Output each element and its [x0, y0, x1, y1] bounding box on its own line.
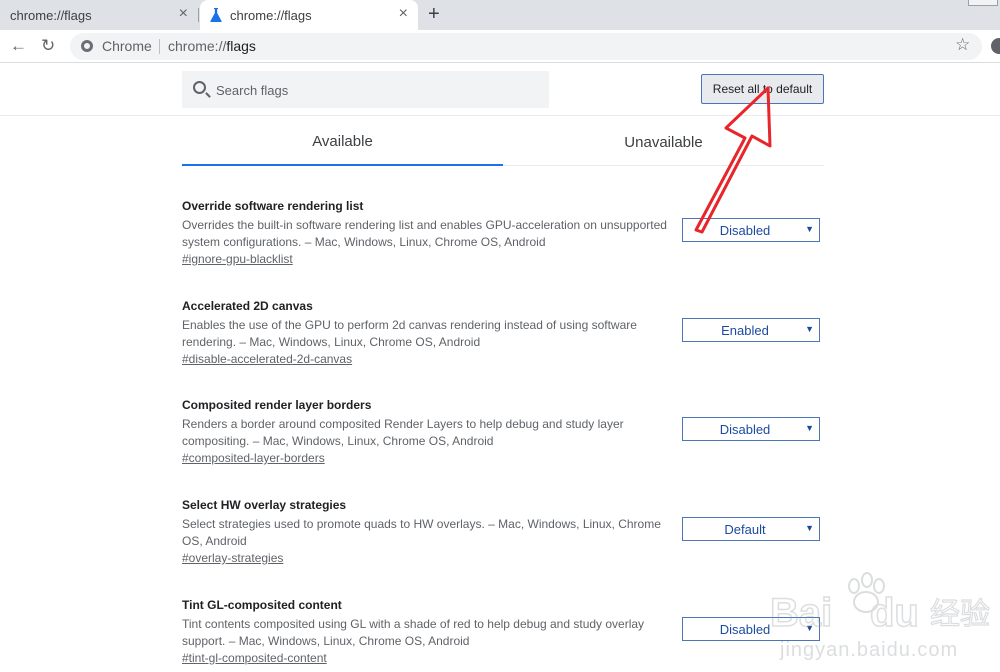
url-scheme: chrome:// — [168, 38, 227, 54]
tab-close-icon[interactable]: × — [179, 5, 188, 23]
experiment-item: Override software rendering list Overrid… — [182, 199, 824, 289]
experiment-select[interactable]: Disabled ▼ — [682, 417, 820, 441]
back-arrow-icon[interactable]: ← — [10, 36, 27, 56]
experiment-description: Overrides the built-in software renderin… — [182, 218, 667, 249]
tab-title: chrome://flags — [230, 8, 312, 23]
tab-unavailable[interactable]: Unavailable — [503, 124, 824, 166]
experiment-item: Select HW overlay strategies Select stra… — [182, 498, 824, 588]
chrome-icon — [81, 40, 93, 52]
select-value: Disabled — [719, 422, 771, 437]
tab-available[interactable]: Available — [182, 124, 503, 166]
url-host: flags — [226, 38, 256, 54]
omnibox-divider — [159, 39, 160, 54]
experiment-select[interactable]: Enabled ▼ — [682, 318, 820, 342]
experiment-title: Select HW overlay strategies — [182, 498, 347, 512]
experiment-description: Enables the use of the GPU to perform 2d… — [182, 318, 637, 349]
bookmark-star-icon[interactable]: ☆ — [955, 35, 970, 55]
new-tab-button[interactable]: + — [428, 3, 440, 26]
select-value: Enabled — [721, 323, 769, 338]
experiment-permalink[interactable]: #tint-gl-composited-content — [182, 651, 327, 665]
omnibox[interactable]: Chrome chrome://flags — [70, 33, 982, 60]
experiment-select[interactable]: Default ▼ — [682, 517, 820, 541]
experiment-item: Composited render layer borders Renders … — [182, 398, 824, 488]
profile-avatar[interactable] — [991, 38, 1000, 54]
experiment-description: Renders a border around composited Rende… — [182, 417, 624, 448]
chevron-down-icon: ▼ — [805, 523, 814, 533]
tab-inactive[interactable]: chrome://flags × — [0, 0, 198, 30]
flags-header: Reset all to default — [0, 63, 1000, 116]
experiment-permalink[interactable]: #composited-layer-borders — [182, 451, 325, 465]
select-value: Disabled — [719, 622, 771, 637]
chevron-down-icon: ▼ — [805, 224, 814, 234]
experiment-title: Accelerated 2D canvas — [182, 299, 313, 313]
chevron-down-icon: ▼ — [805, 423, 814, 433]
omnibox-origin: Chrome — [102, 38, 152, 54]
search-box[interactable] — [182, 71, 549, 108]
select-value: Disabled — [719, 223, 771, 238]
experiment-select[interactable]: Disabled ▼ — [682, 218, 820, 242]
experiment-description: Tint contents composited using GL with a… — [182, 617, 645, 648]
experiment-item: Accelerated 2D canvas Enables the use of… — [182, 299, 824, 389]
toolbar: ← ↻ Chrome chrome://flags — [0, 30, 1000, 63]
reset-all-button[interactable]: Reset all to default — [701, 74, 824, 104]
search-input[interactable] — [216, 80, 536, 100]
experiment-title: Tint GL-composited content — [182, 598, 342, 612]
experiment-title: Composited render layer borders — [182, 398, 372, 412]
tab-separator — [198, 8, 199, 22]
tab-close-icon[interactable]: × — [399, 5, 408, 23]
tab-strip: chrome://flags × chrome://flags × + — [0, 0, 1000, 30]
content-tabs: Available Unavailable — [182, 124, 824, 166]
search-icon — [193, 81, 206, 94]
chevron-down-icon: ▼ — [805, 324, 814, 334]
svg-text:经验: 经验 — [930, 597, 990, 632]
chevron-down-icon: ▼ — [805, 623, 814, 633]
experiment-select[interactable]: Disabled ▼ — [682, 617, 820, 641]
experiment-description: Select strategies used to promote quads … — [182, 517, 661, 548]
experiment-permalink[interactable]: #disable-accelerated-2d-canvas — [182, 352, 352, 366]
experiment-permalink[interactable]: #ignore-gpu-blacklist — [182, 252, 293, 266]
experiment-title: Override software rendering list — [182, 199, 364, 213]
experiment-permalink[interactable]: #overlay-strategies — [182, 551, 283, 565]
flask-icon — [210, 8, 222, 22]
omnibox-url[interactable]: chrome://flags — [168, 38, 256, 54]
experiment-item: Tint GL-composited content Tint contents… — [182, 598, 824, 672]
tab-title: chrome://flags — [10, 8, 92, 23]
select-value: Default — [724, 522, 766, 537]
window-control[interactable] — [968, 0, 998, 6]
tab-active[interactable]: chrome://flags × — [200, 0, 418, 30]
svg-text:du: du — [870, 591, 919, 635]
reload-icon[interactable]: ↻ — [41, 36, 55, 56]
